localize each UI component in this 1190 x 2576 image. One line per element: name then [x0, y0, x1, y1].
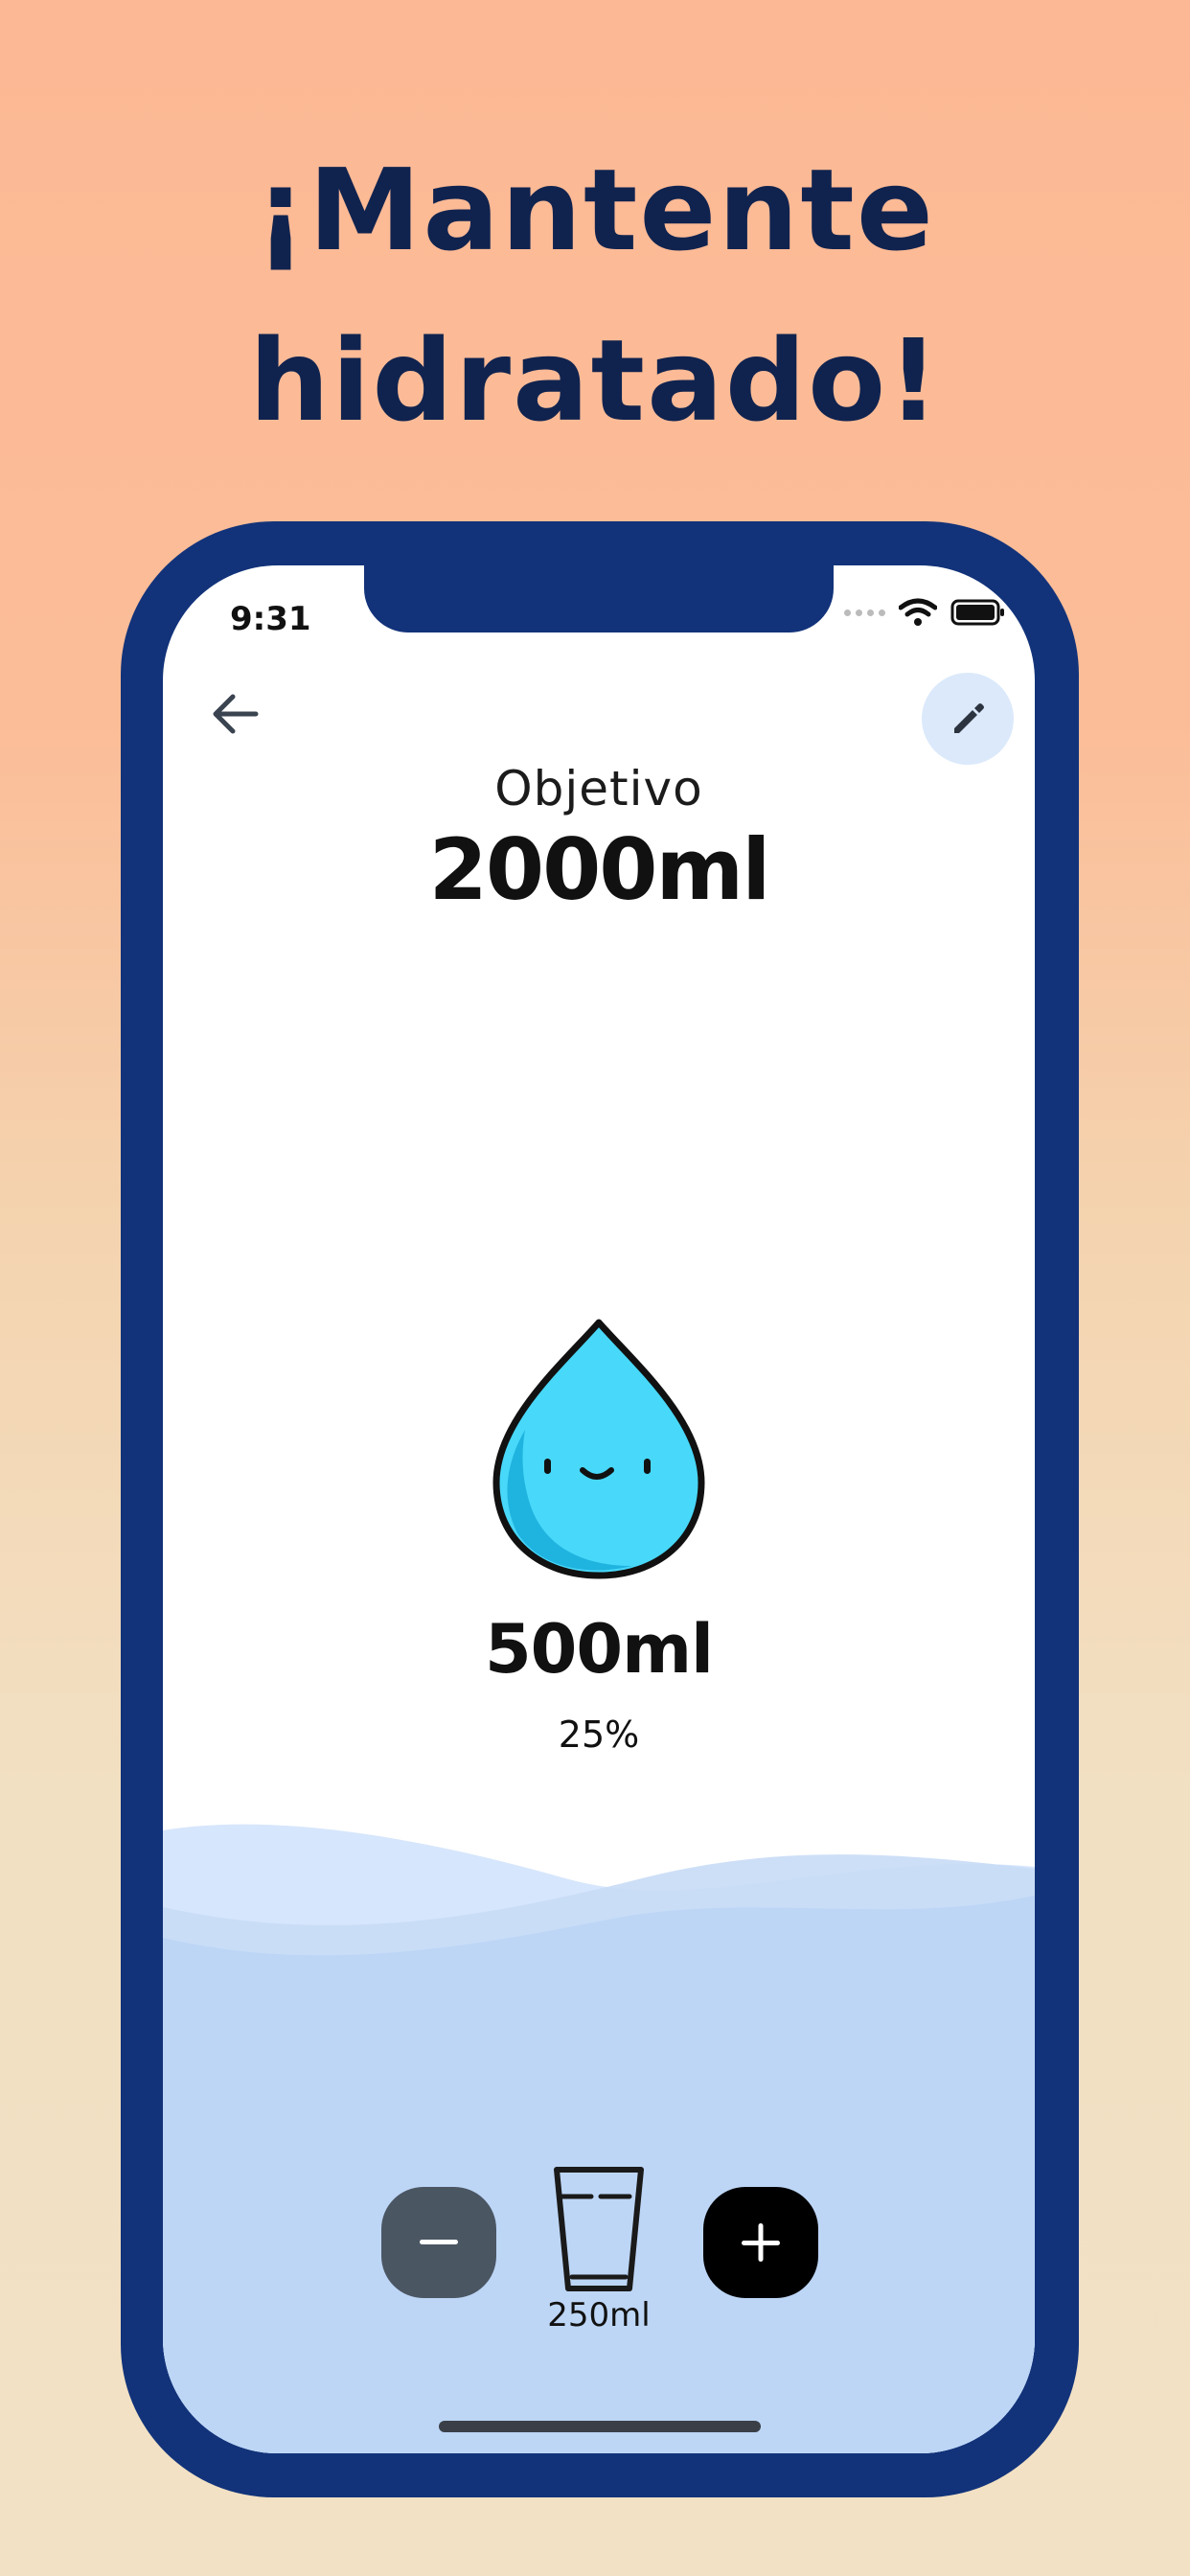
goal-value: 2000ml — [428, 820, 771, 919]
arrow-left-icon — [213, 694, 259, 734]
battery-icon — [950, 599, 1004, 626]
edit-goal-button[interactable] — [922, 673, 1014, 765]
signal-dots-icon — [844, 609, 885, 616]
goal-label: Objetivo — [494, 761, 703, 816]
add-serving-button[interactable] — [703, 2187, 818, 2298]
minus-icon — [420, 2240, 458, 2244]
serving-controls: 250ml — [163, 2152, 1035, 2334]
notch — [364, 565, 834, 632]
glass-icon — [554, 2167, 644, 2291]
water-drop-face-icon — [492, 1319, 705, 1579]
headline-line-2: hidratado! — [248, 314, 942, 447]
headline-line-1: ¡Mantente — [255, 144, 935, 276]
status-icons — [844, 598, 1006, 627]
back-button[interactable] — [201, 680, 268, 748]
serving-size-label: 250ml — [547, 2296, 651, 2334]
plus-icon — [742, 2223, 780, 2262]
home-indicator — [439, 2421, 761, 2432]
water-level-waves — [163, 1824, 1035, 2453]
remove-serving-button[interactable] — [381, 2187, 496, 2298]
consumed-amount: 500ml — [484, 1610, 714, 1689]
phone-screen: 9:31 Objetivo 2000ml 500ml 25% 250ml — [163, 565, 1035, 2453]
wifi-icon — [899, 598, 937, 626]
headline: ¡Mantente hidratado! — [0, 125, 1190, 466]
status-time: 9:31 — [230, 600, 311, 638]
progress-percent: 25% — [558, 1714, 640, 1756]
pencil-icon — [954, 703, 984, 733]
